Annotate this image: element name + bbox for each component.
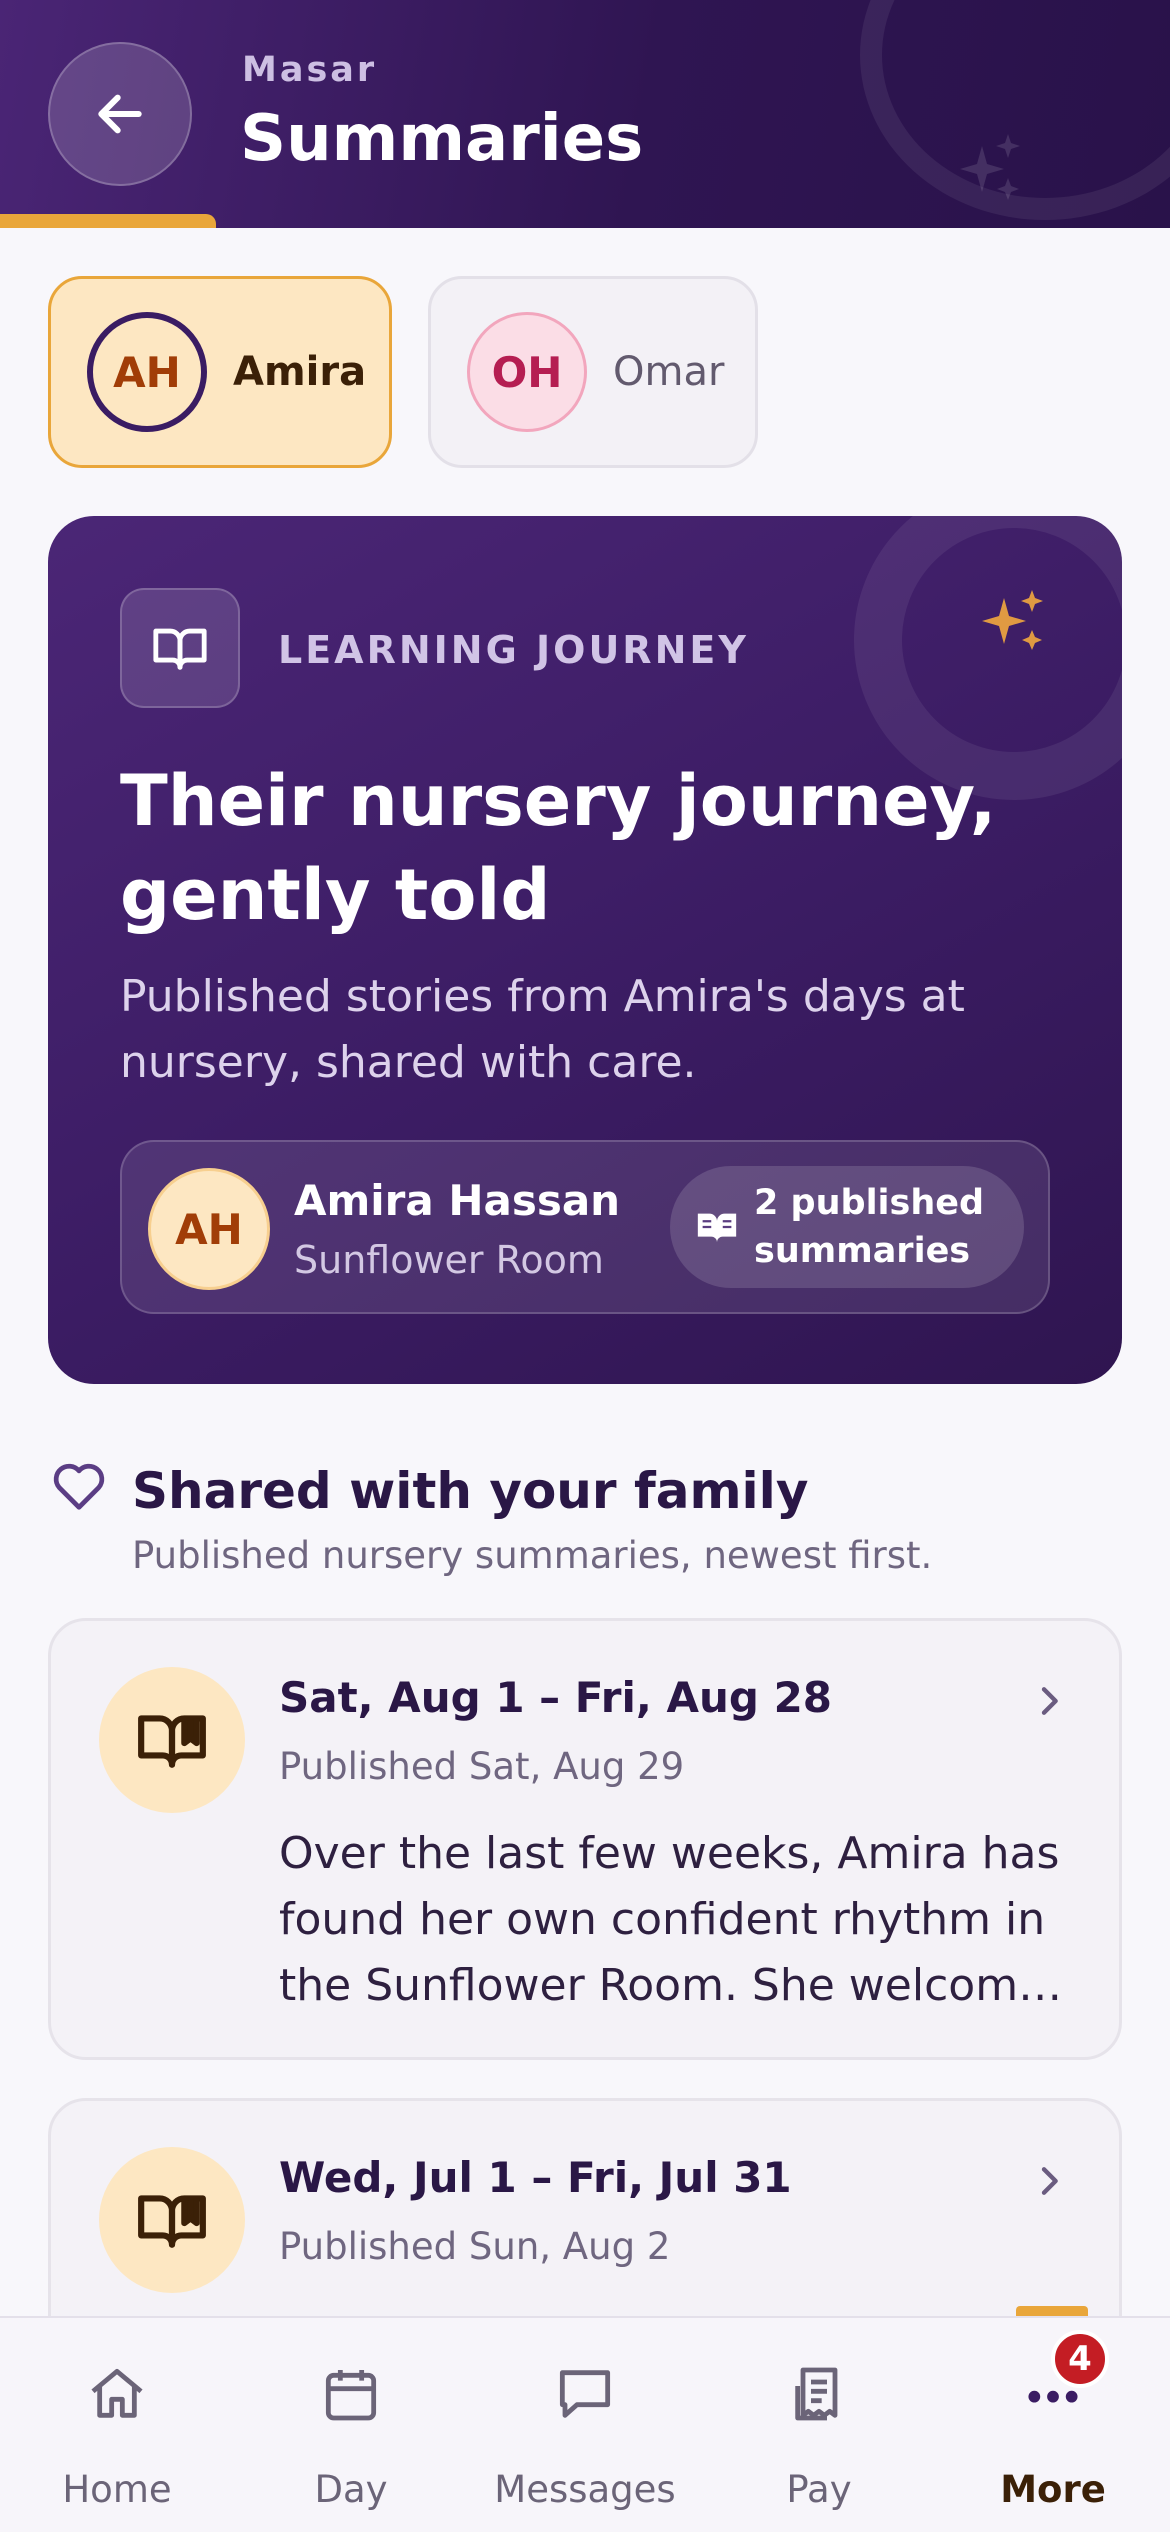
child-profile-strip: AH Amira Hassan Sunflower Room 2 publish… xyxy=(120,1140,1050,1314)
header-accent-bar xyxy=(0,214,216,228)
open-book-icon xyxy=(138,1715,206,1768)
arrow-left-icon xyxy=(98,94,142,134)
sparkle-icon xyxy=(960,134,1020,200)
back-button[interactable] xyxy=(48,42,192,186)
summary-date-range: Sat, Aug 1 – Fri, Aug 28 xyxy=(279,1673,833,1722)
badge-text: 2 published summaries xyxy=(754,1183,985,1271)
child-chip-amira[interactable]: AH Amira xyxy=(48,276,392,468)
avatar: OH xyxy=(467,312,587,432)
nav-item-pay[interactable]: Pay xyxy=(702,2318,936,2532)
nav-item-messages[interactable]: Messages xyxy=(468,2318,702,2532)
section-subtitle: Published nursery summaries, newest firs… xyxy=(132,1534,933,1577)
summary-date-range: Wed, Jul 1 – Fri, Jul 31 xyxy=(279,2153,792,2202)
message-icon xyxy=(559,2370,611,2418)
card-title: Their nursery journey, gently told xyxy=(120,760,997,936)
notification-badge: 4 xyxy=(1051,2330,1109,2388)
child-full-name: Amira Hassan xyxy=(294,1176,621,1225)
summary-excerpt: Over the last few weeks, Amira has found… xyxy=(279,1828,1069,2011)
calendar-icon xyxy=(325,2370,377,2421)
nav-item-home[interactable]: Home xyxy=(0,2318,234,2532)
open-book-icon xyxy=(138,2195,206,2248)
summary-icon-circle xyxy=(99,1667,245,1813)
summary-published-date: Published Sat, Aug 29 xyxy=(279,1745,685,1788)
nav-label: Home xyxy=(62,2468,172,2511)
nav-item-day[interactable]: Day xyxy=(234,2318,468,2532)
nav-label: Messages xyxy=(494,2468,676,2511)
child-name: Amira xyxy=(233,349,367,395)
summary-card[interactable]: Sat, Aug 1 – Fri, Aug 28 Published Sat, … xyxy=(48,1618,1122,2060)
child-name: Omar xyxy=(613,349,725,395)
nav-label: Pay xyxy=(786,2468,852,2511)
avatar: AH xyxy=(148,1168,270,1290)
home-icon xyxy=(91,2368,143,2418)
book-icon-box xyxy=(120,588,240,708)
nav-label: Day xyxy=(314,2468,388,2511)
open-book-icon xyxy=(153,628,207,670)
card-subtitle: Published stories from Amira's days at n… xyxy=(120,971,965,1088)
heart-icon xyxy=(53,1463,105,1510)
avatar: AH xyxy=(87,312,207,432)
page-title: Summaries xyxy=(240,102,644,176)
chevron-right-icon xyxy=(1041,2167,1058,2195)
app-name: Masar xyxy=(242,50,378,90)
receipt-icon xyxy=(795,2367,838,2421)
card-overline: LEARNING JOURNEY xyxy=(278,628,749,672)
summary-icon-circle xyxy=(99,2147,245,2293)
app-header: Masar Summaries xyxy=(0,0,1170,228)
section-title: Shared with your family xyxy=(132,1462,809,1520)
bottom-nav: Home Day Messages Pay More xyxy=(0,2316,1170,2532)
book-icon xyxy=(697,1213,737,1243)
room-name: Sunflower Room xyxy=(294,1238,604,1282)
published-count-badge: 2 published summaries xyxy=(670,1166,1024,1288)
sparkle-icon xyxy=(982,590,1043,650)
chevron-right-icon xyxy=(1041,1687,1058,1715)
summary-published-date: Published Sun, Aug 2 xyxy=(279,2225,671,2268)
child-chip-omar[interactable]: OH Omar xyxy=(428,276,758,468)
learning-journey-card: LEARNING JOURNEY Their nursery journey, … xyxy=(48,516,1122,1384)
nav-label: More xyxy=(1000,2468,1106,2511)
